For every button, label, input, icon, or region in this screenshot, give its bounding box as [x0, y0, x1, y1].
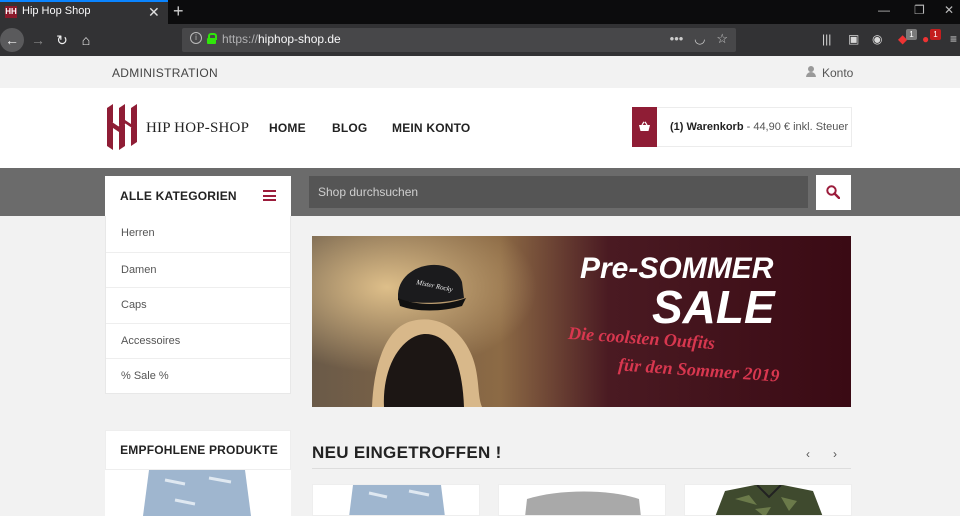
- minimize-icon[interactable]: —: [878, 3, 890, 17]
- menu-icon[interactable]: ≡: [950, 32, 957, 46]
- address-bar[interactable]: i https:// hiphop-shop.de ••• ◡ ☆: [182, 28, 736, 52]
- extension-icon[interactable]: ●: [922, 32, 929, 46]
- url-scheme: https://: [222, 32, 259, 46]
- recommended-header: EMPFOHLENE PRODUKTE: [105, 430, 291, 470]
- tab-title: Hip Hop Shop: [22, 5, 91, 17]
- cart-summary[interactable]: (1) Warenkorb - 44,90 € inkl. Steuer: [670, 121, 848, 133]
- account-icon[interactable]: ◉: [872, 32, 882, 46]
- recommended-title: EMPFOHLENE PRODUKTE: [120, 443, 278, 457]
- recommended-product-image[interactable]: [105, 470, 291, 516]
- nav-mein-konto[interactable]: MEIN KONTO: [392, 121, 470, 135]
- jeans-image: [105, 470, 291, 516]
- product-card[interactable]: [312, 484, 480, 516]
- lock-icon: [207, 33, 217, 44]
- categories-title: ALLE KATEGORIEN: [120, 189, 237, 203]
- product-card[interactable]: [684, 484, 852, 516]
- shop-logo-icon[interactable]: [104, 102, 140, 152]
- category-herren[interactable]: Herren: [106, 216, 290, 252]
- info-icon[interactable]: i: [190, 32, 202, 44]
- pocket-icon[interactable]: ◡: [694, 31, 705, 46]
- home-button[interactable]: ⌂: [74, 28, 98, 52]
- browser-tab[interactable]: HH Hip Hop Shop ✕: [0, 0, 168, 24]
- sidebar-icon[interactable]: ▣: [848, 32, 859, 46]
- basket-icon: [639, 121, 650, 131]
- nav-blog[interactable]: BLOG: [332, 121, 367, 135]
- carousel-prev-button[interactable]: ‹: [806, 447, 810, 461]
- nav-home[interactable]: HOME: [269, 121, 306, 135]
- cart-icon-box[interactable]: [632, 107, 657, 147]
- categories-list: Herren Damen Caps Accessoires % Sale %: [105, 216, 291, 394]
- product-card[interactable]: [498, 484, 666, 516]
- cart-label: (1) Warenkorb: [670, 121, 744, 133]
- cart-widget[interactable]: (1) Warenkorb - 44,90 € inkl. Steuer: [632, 107, 852, 147]
- url-actions[interactable]: ••• ◡ ☆: [670, 31, 728, 47]
- product-image: [349, 485, 445, 515]
- shop-topbar: ADMINISTRATION Konto: [0, 56, 960, 88]
- maximize-icon[interactable]: ❐: [914, 3, 925, 17]
- search-button[interactable]: [816, 175, 851, 210]
- shop-header: HIP HOP-SHOP HOME BLOG MEIN KONTO (1) Wa…: [0, 88, 960, 168]
- banner-sale: SALE: [652, 281, 775, 333]
- section-divider: [312, 468, 851, 469]
- ublock-badge: 1: [906, 29, 917, 40]
- url-host: hiphop-shop.de: [258, 32, 341, 46]
- category-damen[interactable]: Damen: [106, 251, 290, 288]
- category-sale[interactable]: % Sale %: [106, 358, 290, 394]
- category-accessoires[interactable]: Accessoires: [106, 322, 290, 359]
- cart-total: - 44,90 € inkl. Steuer: [743, 121, 849, 133]
- konto-link[interactable]: Konto: [822, 66, 853, 80]
- library-icon[interactable]: |||: [822, 32, 831, 46]
- category-caps[interactable]: Caps: [106, 287, 290, 323]
- new-arrivals-title: NEU EINGETROFFEN !: [312, 443, 502, 462]
- window-close-icon[interactable]: ✕: [944, 3, 954, 17]
- back-button[interactable]: ←: [0, 28, 24, 52]
- extension-badge: 1: [930, 29, 941, 40]
- categories-header[interactable]: ALLE KATEGORIEN: [105, 176, 291, 216]
- search-icon: [826, 185, 840, 199]
- new-tab-button[interactable]: +: [173, 0, 184, 22]
- product-image: [525, 491, 641, 515]
- shop-search-input[interactable]: [309, 176, 808, 208]
- favicon-icon: HH: [5, 6, 17, 18]
- tab-close-icon[interactable]: ✕: [148, 4, 160, 21]
- bookmark-star-icon[interactable]: ☆: [716, 31, 728, 46]
- reload-button[interactable]: ↻: [50, 28, 74, 52]
- browser-navbar: ← → ↻ ⌂ i https:// hiphop-shop.de ••• ◡ …: [0, 24, 960, 56]
- forward-button[interactable]: →: [26, 28, 50, 52]
- promo-banner[interactable]: Pre-SOMMER SALE Die coolsten Outfits für…: [312, 236, 851, 407]
- browser-tabbar: HH Hip Hop Shop ✕ + — ❐ ✕: [0, 0, 960, 24]
- page-actions-icon[interactable]: •••: [670, 31, 684, 46]
- administration-link[interactable]: ADMINISTRATION: [112, 66, 218, 80]
- carousel-next-button[interactable]: ›: [833, 447, 837, 461]
- product-image: [715, 485, 823, 515]
- shop-logo-text[interactable]: HIP HOP-SHOP: [146, 120, 249, 137]
- user-icon: [806, 65, 816, 77]
- hamburger-icon[interactable]: [263, 190, 276, 201]
